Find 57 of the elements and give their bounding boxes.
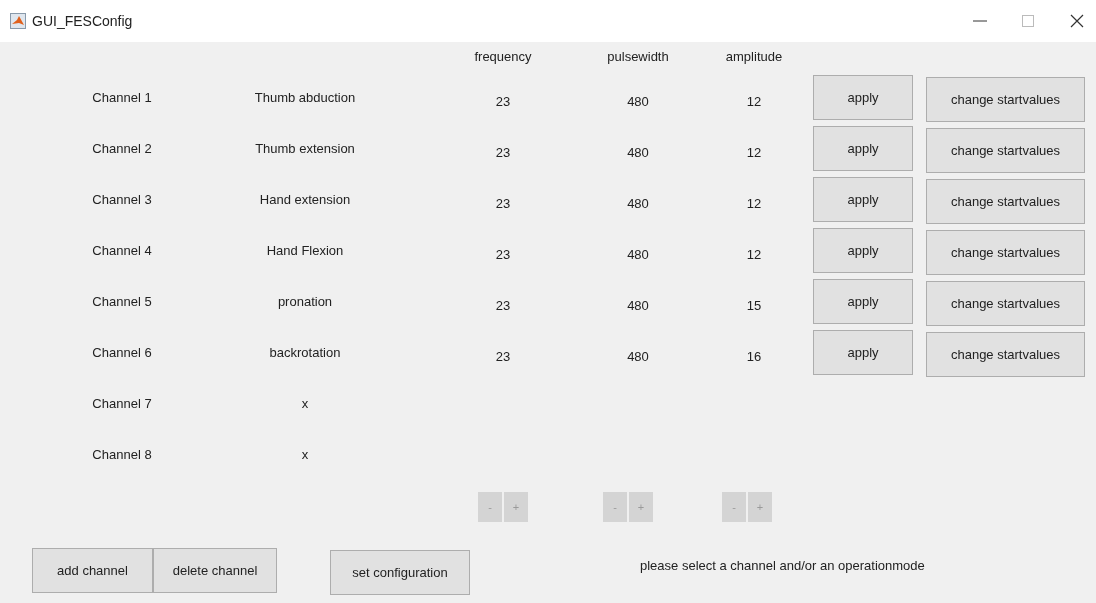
value-text: 480 [626, 194, 650, 213]
channel-label: Channel 2 [91, 139, 153, 158]
muscle-label: Hand extension [258, 190, 352, 209]
muscle-label: pronation [276, 292, 334, 311]
channel-label: Channel 5 [91, 292, 153, 311]
value-text: 12 [745, 194, 763, 213]
value-text: 23 [494, 92, 512, 111]
muscle-label: Thumb abduction [253, 88, 357, 107]
status-message: please select a channel and/or an operationmode [640, 557, 925, 575]
app-icon [10, 13, 26, 29]
channel-label: Channel 1 [91, 88, 153, 107]
close-icon[interactable] [1070, 14, 1084, 28]
apply-button[interactable]: apply [813, 177, 913, 222]
value-text: 480 [626, 92, 650, 111]
muscle-label: x [300, 394, 310, 413]
column-header: amplitude [724, 48, 784, 67]
maximize-icon[interactable] [1022, 15, 1034, 27]
value-text: 16 [745, 347, 763, 366]
apply-button[interactable]: apply [813, 279, 913, 324]
value-text: 23 [494, 296, 512, 315]
channel-label: Channel 3 [91, 190, 153, 209]
value-text: 12 [745, 143, 763, 162]
value-text: 480 [626, 296, 650, 315]
value-text: 480 [626, 347, 650, 366]
set-configuration-button[interactable]: set configuration [330, 550, 470, 595]
window-title: GUI_FESConfig [32, 11, 133, 31]
change-startvalues-button[interactable]: change startvalues [926, 128, 1085, 173]
value-text: 12 [745, 92, 763, 111]
value-text: 12 [745, 245, 763, 264]
muscle-label: Thumb extension [254, 139, 356, 158]
value-text: 480 [626, 245, 650, 264]
change-startvalues-button[interactable]: change startvalues [926, 77, 1085, 122]
add-channel-button[interactable]: add channel [32, 548, 153, 593]
channel-label: Channel 4 [91, 241, 153, 260]
change-startvalues-button[interactable]: change startvalues [926, 179, 1085, 224]
apply-button[interactable]: apply [813, 75, 913, 120]
column-header: frequency [473, 48, 533, 67]
channel-label: Channel 7 [91, 394, 153, 413]
column-header: pulsewidth [606, 48, 670, 67]
value-text: 23 [494, 245, 512, 264]
delete-channel-button[interactable]: delete channel [153, 548, 277, 593]
value-text: 23 [494, 194, 512, 213]
channel-label: Channel 8 [91, 445, 153, 464]
muscle-label: backrotation [268, 343, 342, 362]
change-startvalues-button[interactable]: change startvalues [926, 281, 1085, 326]
apply-button[interactable]: apply [813, 330, 913, 375]
change-startvalues-button[interactable]: change startvalues [926, 230, 1085, 275]
change-startvalues-button[interactable]: change startvalues [926, 332, 1085, 377]
value-text: 23 [494, 347, 512, 366]
apply-button[interactable]: apply [813, 228, 913, 273]
channel-label: Channel 6 [91, 343, 153, 362]
muscle-label: x [300, 445, 310, 464]
value-text: 15 [745, 296, 763, 315]
apply-button[interactable]: apply [813, 126, 913, 171]
value-text: 23 [494, 143, 512, 162]
value-text: 480 [626, 143, 650, 162]
muscle-label: Hand Flexion [265, 241, 345, 260]
